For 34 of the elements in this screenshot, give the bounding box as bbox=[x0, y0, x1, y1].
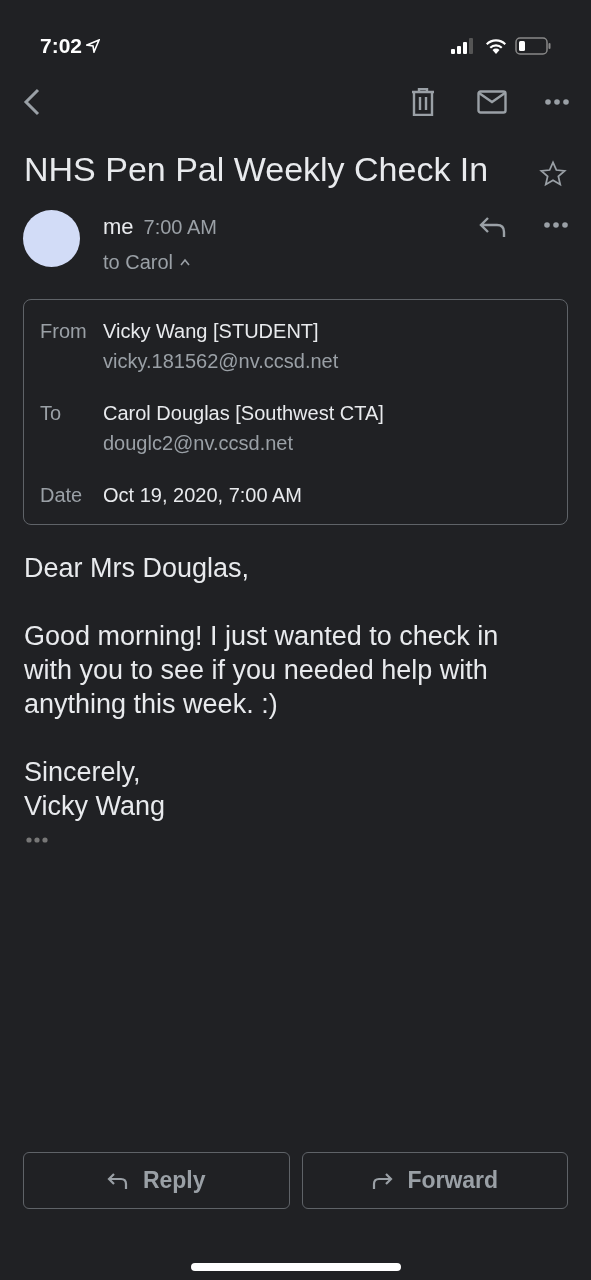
detail-label: Date bbox=[40, 483, 84, 508]
email-address: douglc2@nv.ccsd.net bbox=[103, 431, 295, 456]
more-icon[interactable] bbox=[544, 222, 568, 228]
body-paragraph: Dear Mrs Douglas, bbox=[24, 552, 251, 585]
detail-value: Oct 19, 2020, 7:00 AM bbox=[103, 483, 302, 508]
detail-label: From bbox=[40, 319, 88, 344]
caret-icon bbox=[179, 258, 192, 266]
forward-icon bbox=[371, 1171, 394, 1190]
body-paragraph: Good morning! I just wanted to check in with you to see if you needed help with anything this week. :) bbox=[24, 620, 500, 721]
detail-value: Vicky Wang [STUDENT] bbox=[103, 319, 320, 344]
sent-time: 7:00 AM bbox=[143, 215, 217, 240]
back-icon[interactable] bbox=[22, 87, 42, 117]
mail-icon[interactable] bbox=[477, 90, 507, 114]
forward-button[interactable]: Forward bbox=[301, 1152, 568, 1209]
battery-icon bbox=[515, 37, 551, 55]
show-trimmed-icon[interactable] bbox=[26, 837, 48, 843]
location-arrow-icon bbox=[86, 39, 101, 53]
detail-value: Carol Douglas [Southwest CTA] bbox=[103, 401, 384, 426]
reply-button[interactable]: Reply bbox=[23, 1152, 290, 1209]
status-time: 7:02 bbox=[40, 33, 83, 60]
detail-label: To bbox=[40, 401, 63, 426]
star-icon[interactable] bbox=[539, 160, 567, 188]
sender-name: me bbox=[103, 213, 134, 241]
signature-line: Sincerely, bbox=[24, 756, 142, 789]
avatar bbox=[23, 210, 80, 267]
email-address: vicky.181562@nv.ccsd.net bbox=[103, 349, 339, 374]
reply-icon bbox=[106, 1171, 129, 1190]
reply-icon[interactable] bbox=[479, 216, 507, 238]
email-subject: NHS Pen Pal Weekly Check In bbox=[24, 149, 490, 190]
wifi-icon bbox=[485, 38, 507, 54]
signature-line: Vicky Wang bbox=[24, 790, 167, 823]
delete-icon[interactable] bbox=[411, 88, 435, 116]
more-icon[interactable] bbox=[545, 99, 569, 105]
recipients-toggle[interactable]: to Carol bbox=[103, 247, 192, 277]
